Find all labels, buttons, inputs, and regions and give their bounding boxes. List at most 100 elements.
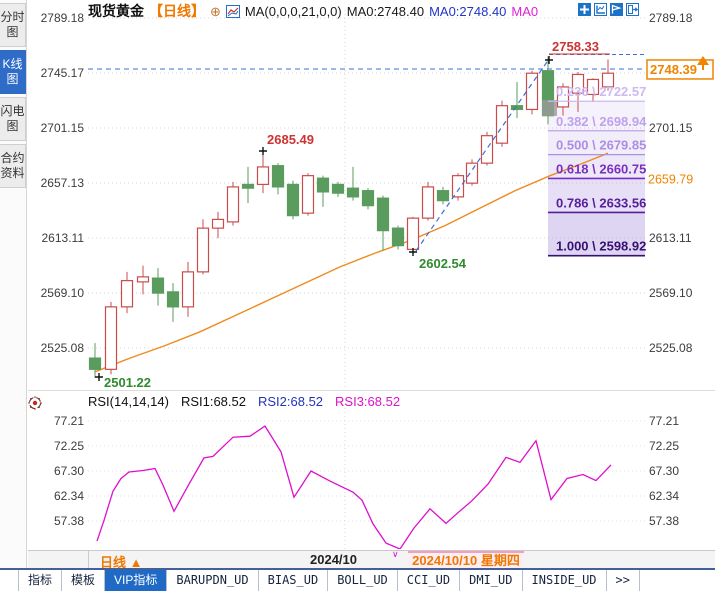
rsi-formula: RSI(14,14,14) [88,394,169,409]
rsi-tick-right: 57.38 [649,514,679,528]
indicator-tab-7[interactable]: DMI_UD [460,570,522,591]
move-tool-icon[interactable] [578,3,591,16]
candle[interactable] [258,167,269,184]
candle[interactable] [438,191,449,201]
price-tick-left: 2789.18 [41,11,85,25]
fib-level-label: 0.236 \ 2722.57 [556,84,646,99]
candle[interactable] [273,166,284,187]
candle[interactable] [497,106,508,143]
ma-indicator-icon[interactable] [226,5,240,18]
price-tick-left: 2657.13 [41,176,85,190]
fib-level-label: 0.618 \ 2660.75 [556,161,646,176]
candle[interactable] [153,278,164,293]
candle[interactable] [333,184,344,193]
tab-bar-spacer [0,570,19,591]
rsi-tick-right: 62.34 [649,489,679,503]
candle[interactable] [122,281,133,307]
indicator-tab-8[interactable]: INSIDE_UD [523,570,607,591]
candle[interactable] [453,176,464,197]
fib-anchor-handle[interactable] [542,100,557,116]
price-tick-right: 2525.08 [649,341,693,355]
candle[interactable] [198,228,209,272]
price-tick-right: 2701.15 [649,121,693,135]
ma-settings-label: MA(0,0,0,21,0,0) [245,4,342,19]
rsi-tick-right: 67.30 [649,464,679,478]
rsi-tick-left: 62.34 [54,489,84,503]
candle[interactable] [183,272,194,307]
candle[interactable] [467,163,478,183]
chart-toolbar [578,3,639,16]
add-indicator-icon[interactable]: ⊕ [210,5,221,18]
sidebar-tab-1[interactable]: K线图 [0,50,26,94]
axis-divider [88,551,89,569]
indicator-tab-5[interactable]: BOLL_UD [328,570,398,591]
chart-type-sidebar: 分时图 K线图闪电图合约资料 [0,0,27,568]
candle[interactable] [482,136,493,163]
indicator-settings-icon[interactable] [27,395,43,411]
candle[interactable] [228,187,239,222]
swing-price-label: 2758.33 [552,39,599,54]
candle[interactable] [423,187,434,218]
candle[interactable] [168,292,179,307]
price-tick-right: 2613.11 [649,231,692,245]
indicator-tab-2[interactable]: VIP指标 [105,570,167,591]
symbol-name: 现货黄金 [88,1,144,21]
fib-level-label: 0.786 \ 2633.56 [556,195,646,210]
swing-price-label: 2602.54 [419,256,467,271]
swing-price-label: 2685.49 [267,132,314,147]
rsi-tick-left: 77.21 [54,414,84,428]
candle[interactable] [288,184,299,215]
ma-line [95,153,608,372]
candle[interactable] [243,184,254,188]
candle[interactable] [138,277,149,282]
sidebar-tab-0[interactable]: 分时图 [0,3,26,47]
current-price-value: 2748.39 [650,62,697,77]
period-badge: 【日线】 [149,1,205,21]
swing-marker [95,373,103,381]
candle[interactable] [378,198,389,230]
candle[interactable] [106,307,117,369]
indicator-tab-3[interactable]: BARUPDN_UD [167,570,258,591]
price-tick-left: 2569.10 [41,286,85,300]
indicator-pane-icon[interactable] [610,3,623,16]
time-axis-row: ∨ 日线 ▲ 2024/10 2024/10/10 星期四 [28,550,715,568]
candle[interactable] [90,358,101,369]
ma0-value-tertiary: MA0 [511,4,538,19]
price-tick-left: 2745.17 [41,66,85,80]
indicator-tab-6[interactable]: CCI_UD [398,570,460,591]
sidebar-tab-2[interactable]: 闪电图 [0,97,26,141]
candle[interactable] [363,191,374,206]
rsi3-value: RSI3:68.52 [335,394,400,409]
swing-price-label: 2501.22 [104,375,151,390]
chart-canvas[interactable]: 2789.182789.182745.172745.172701.152701.… [0,0,715,568]
price-tick-right: 2569.10 [649,286,693,300]
axis-window-icon[interactable] [594,3,607,16]
ma0-value-primary: MA0:2748.40 [347,4,424,19]
crosshair-date-label: 2024/10/10 星期四 [408,551,524,569]
candle[interactable] [512,106,523,110]
month-tick-label: 2024/10 [310,552,357,567]
indicator-tab-4[interactable]: BIAS_UD [259,570,329,591]
indicator-tab-1[interactable]: 模板 [62,570,105,591]
trading-terminal: 2789.182789.182745.172745.172701.152701.… [0,0,715,591]
indicator-tab-bar: 指标模板VIP指标BARUPDN_UDBIAS_UDBOLL_UDCCI_UDD… [0,568,715,591]
candle[interactable] [393,228,404,245]
price-tick-left: 2525.08 [41,341,85,355]
rsi-dip-marker: ∨ [392,549,399,560]
fib-level-label: 1.000 \ 2598.92 [556,239,646,254]
rsi-tick-left: 67.30 [54,464,84,478]
candle[interactable] [408,218,419,249]
indicator-tab-0[interactable]: 指标 [19,570,62,591]
detach-window-icon[interactable] [626,3,639,16]
rsi1-value: RSI1:68.52 [181,394,246,409]
candle[interactable] [348,188,359,197]
indicator-tab-9[interactable]: >> [607,570,640,591]
price-tick-left: 2701.15 [41,121,85,135]
candle[interactable] [213,219,224,228]
candle[interactable] [303,176,314,213]
sidebar-tab-3[interactable]: 合约资料 [0,144,26,188]
candle[interactable] [318,178,329,192]
fib-level-label: 0.500 \ 2679.85 [556,138,646,153]
rsi-tick-right: 77.21 [649,414,679,428]
rsi-tick-left: 57.38 [54,514,84,528]
